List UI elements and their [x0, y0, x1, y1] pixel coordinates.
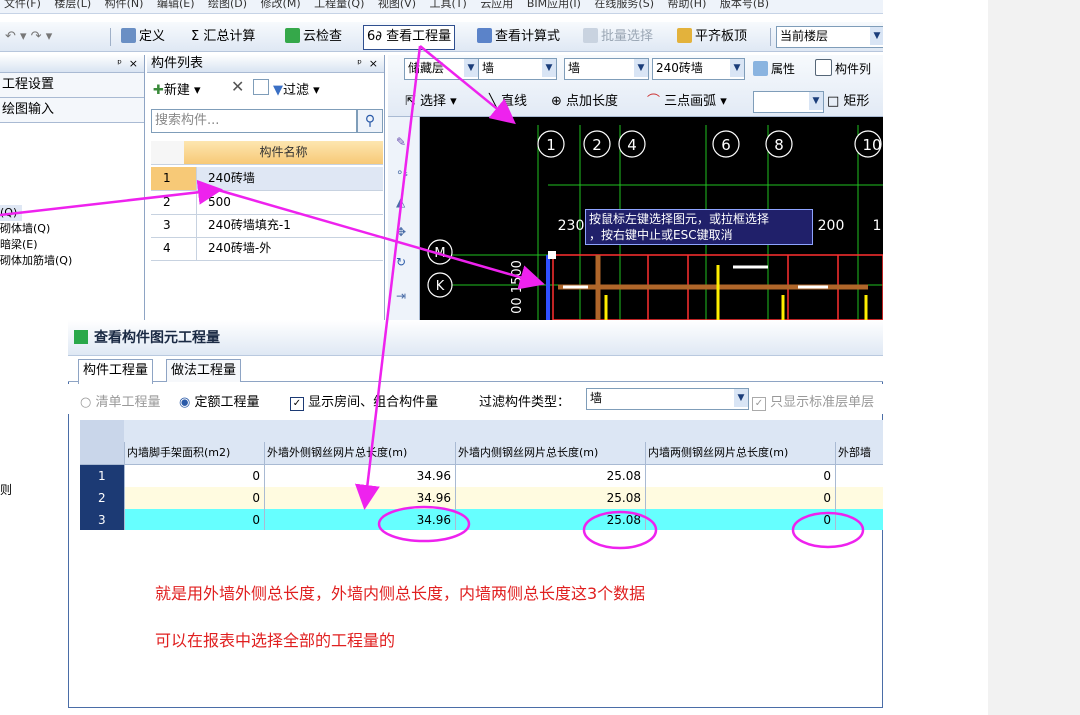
side-margin-panel	[988, 0, 1080, 715]
annotation-arrow	[217, 188, 545, 290]
annotation-arrow	[0, 179, 223, 217]
highlight-ellipse	[377, 505, 471, 543]
highlight-ellipse	[791, 511, 865, 549]
highlight-ellipse	[582, 510, 658, 550]
software-screenshot: 文件(F) 楼层(L) 构件(N) 编辑(E) 绘图(D) 修改(M) 工程量(…	[0, 0, 883, 708]
annotation-arrow	[354, 45, 422, 510]
annotation-arrow	[419, 45, 516, 125]
annotation-overlay	[0, 45, 865, 550]
